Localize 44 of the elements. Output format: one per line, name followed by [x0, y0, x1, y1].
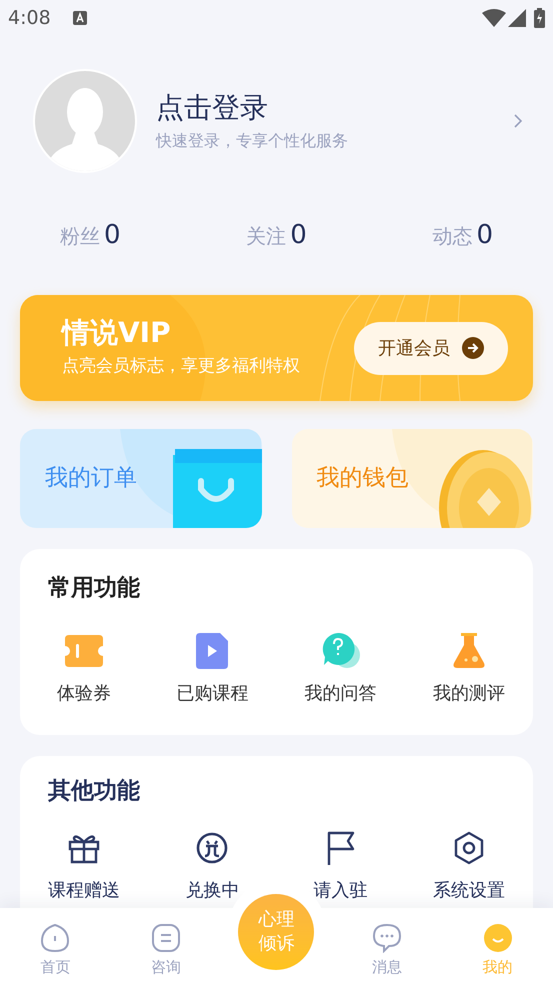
signal-icon: [508, 9, 526, 27]
shopping-bag-icon: [172, 449, 262, 528]
section-title: 其他功能: [48, 777, 141, 806]
stat-value: 0: [290, 219, 307, 252]
status-time: 4:08: [8, 6, 51, 31]
avatar[interactable]: [32, 68, 138, 174]
vip-subtitle: 点亮会员标志，享更多福利特权: [62, 355, 301, 378]
login-subtitle: 快速登录，专享个性化服务: [156, 130, 349, 152]
vip-title: 情说VIP: [62, 316, 172, 350]
smile-icon: [482, 922, 513, 952]
stat-value: 0: [104, 219, 121, 252]
open-membership-button[interactable]: 开通会员: [354, 322, 508, 374]
function-item[interactable]: 体验券: [57, 632, 112, 706]
function-item[interactable]: 课程赠送: [48, 828, 120, 904]
wifi-icon: [482, 9, 506, 27]
stat-label: 粉丝: [60, 223, 100, 250]
card-label: 我的钱包: [316, 464, 408, 494]
stat-label: 动态: [432, 223, 472, 250]
battery-icon: [534, 8, 545, 28]
settings-icon: [454, 830, 484, 864]
chevron-right-icon[interactable]: [513, 113, 523, 129]
vip-card[interactable]: 情说VIP 点亮会员标志，享更多福利特权 开通会员: [20, 295, 533, 401]
play-file-icon: [196, 632, 228, 668]
stat-value: 0: [476, 219, 493, 252]
list-icon: [150, 922, 181, 952]
function-item[interactable]: 我的问答: [304, 632, 377, 706]
login-title[interactable]: 点击登录: [156, 89, 513, 127]
function-item[interactable]: 请入驻: [314, 828, 368, 904]
arrow-right-icon: [462, 337, 484, 359]
card-label: 我的订单: [45, 464, 137, 494]
function-item[interactable]: 系统设置: [432, 828, 505, 904]
function-item[interactable]: 已购课程: [176, 632, 248, 706]
flag-icon: [326, 830, 355, 864]
keyboard-icon: [72, 11, 87, 25]
exchange-icon: [196, 832, 228, 864]
stat-label: 关注: [246, 223, 286, 250]
home-icon: [40, 922, 70, 952]
question-bubble-icon: [322, 632, 360, 668]
section-title: 常用功能: [48, 574, 141, 603]
chat-icon: [372, 922, 402, 952]
function-item[interactable]: 兑换中: [185, 828, 240, 904]
flask-icon: [452, 632, 485, 668]
ticket-icon: [65, 634, 104, 666]
function-item[interactable]: 我的测评: [432, 632, 505, 706]
